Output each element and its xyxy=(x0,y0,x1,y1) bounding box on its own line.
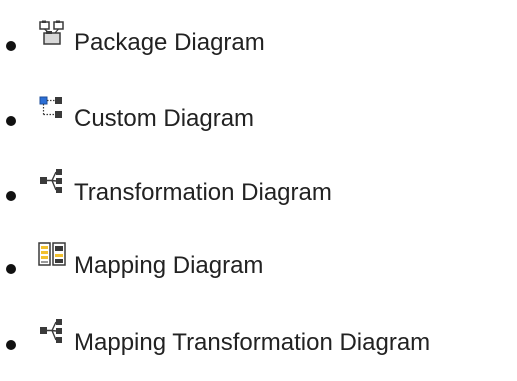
item-label: Mapping Transformation Diagram xyxy=(74,329,431,356)
item-label: Package Diagram xyxy=(74,29,265,56)
item-label: Custom Diagram xyxy=(74,105,255,132)
list-item-transformation-diagram: Transformation Diagram xyxy=(0,166,517,210)
bullet-icon xyxy=(6,191,16,201)
package-diagram-icon xyxy=(39,20,65,46)
bullet-icon xyxy=(6,116,16,126)
item-label: Transformation Diagram xyxy=(74,179,332,206)
list-item-package-diagram: Package Diagram xyxy=(0,18,517,62)
bullet-icon xyxy=(6,41,16,51)
custom-diagram-icon xyxy=(39,95,65,121)
list-item-custom-diagram: Custom Diagram xyxy=(0,92,517,136)
bullet-icon xyxy=(6,264,16,274)
diagram-type-list: Package Diagram Custom Diagram Transform… xyxy=(0,0,517,381)
list-item-mapping-transformation-diagram: Mapping Transformation Diagram xyxy=(0,318,517,362)
mapping-diagram-icon xyxy=(38,242,66,268)
transformation-diagram-icon xyxy=(39,168,65,194)
list-item-mapping-diagram: Mapping Diagram xyxy=(0,240,517,284)
mapping-transformation-diagram-icon xyxy=(39,318,65,344)
item-label: Mapping Diagram xyxy=(74,252,264,279)
bullet-icon xyxy=(6,340,16,350)
